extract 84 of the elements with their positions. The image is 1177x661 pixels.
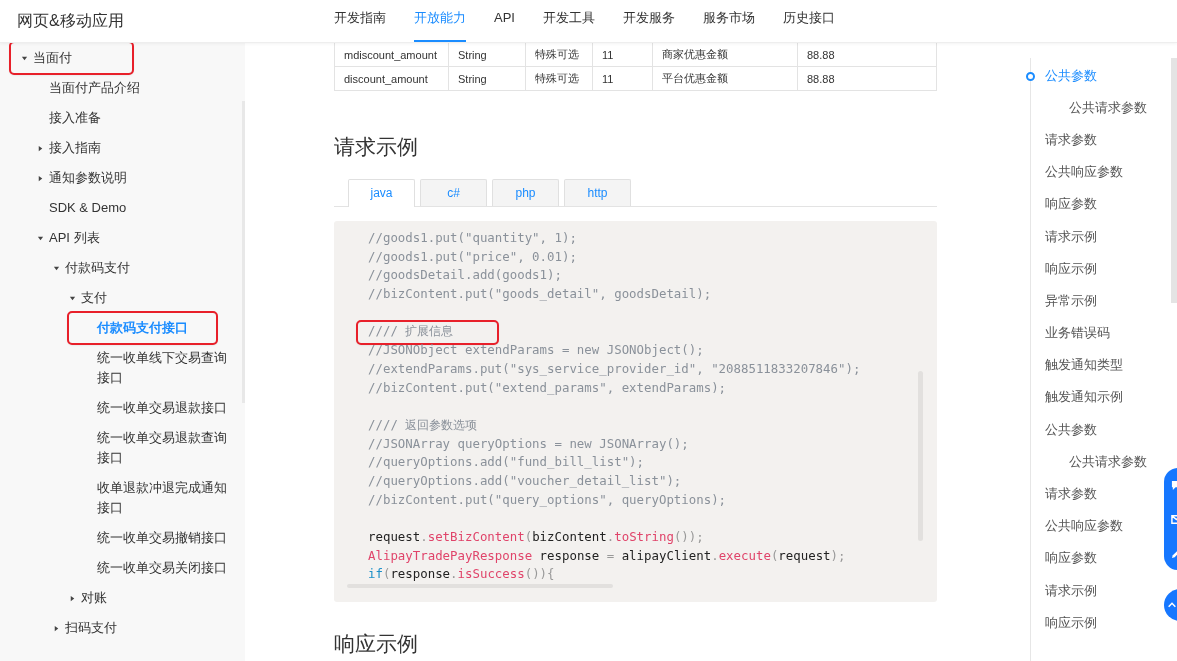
code-line: if(response.isSuccess()){ — [368, 565, 555, 584]
table-cell: 88.88 — [797, 66, 937, 91]
toc-link[interactable]: 响应参数 — [1045, 550, 1097, 568]
code-line: //// 扩展信息 — [358, 322, 498, 344]
caret-down-icon[interactable] — [21, 55, 28, 62]
caret-right-icon[interactable] — [37, 145, 44, 152]
table-cell: 11 — [592, 66, 653, 91]
table-cell: mdiscount_amount — [334, 42, 449, 67]
table-cell: 特殊可选 — [525, 66, 593, 91]
code-line: //goods1.put("quantity", 1); — [368, 229, 577, 247]
code-line: //bizContent.put("extend_params", extendParams); — [368, 378, 727, 397]
nav-item[interactable]: 通知参数说明 — [45, 163, 131, 193]
table-cell: 特殊可选 — [525, 42, 593, 67]
nav-item[interactable]: 扫码支付 — [61, 613, 121, 643]
caret-right-icon[interactable] — [37, 175, 44, 182]
nav-item[interactable]: SDK & Demo — [45, 193, 131, 223]
nav-item[interactable]: 统一收单交易退款查询接口 — [93, 423, 235, 473]
nav-item[interactable]: 接入指南 — [45, 133, 105, 163]
nav-link[interactable]: 历史接口 — [782, 0, 835, 42]
active-dot-icon — [1026, 72, 1035, 81]
toc-link[interactable]: 响应示例 — [1045, 614, 1097, 632]
code-line: AlipayTradePayResponse response = alipayClient.execute(request); — [368, 546, 846, 565]
table-cell: String — [448, 42, 526, 67]
toc-link[interactable]: 异常示例 — [1045, 292, 1097, 310]
nav-item[interactable]: 支付 — [77, 283, 111, 313]
table-cell: String — [448, 66, 526, 91]
nav-item[interactable]: 统一收单线下交易查询接口 — [93, 343, 235, 393]
code-line: //JSONObject extendParams = new JSONObject(); — [368, 341, 704, 360]
toc-link[interactable]: 触发通知类型 — [1045, 357, 1123, 375]
caret-right-icon[interactable] — [69, 595, 76, 602]
nav-item[interactable]: 对账 — [77, 583, 111, 613]
caret-down-icon[interactable] — [53, 265, 60, 272]
toc-link[interactable]: 公共参数 — [1045, 67, 1097, 85]
chevron-up-icon — [1167, 600, 1177, 610]
code-line: //bizContent.put("goods_detail", goodsDetail); — [368, 285, 712, 304]
code-line: //// 返回参数选项 — [368, 415, 478, 434]
toc-link[interactable]: 请求示例 — [1045, 582, 1097, 600]
code-line: //goods1.put("price", 0.01); — [368, 247, 577, 266]
nav-item[interactable]: 付款码支付 — [61, 253, 134, 283]
nav-link[interactable]: 开发指南 — [334, 0, 386, 42]
section-heading: 请求示例 — [334, 135, 418, 158]
caret-down-icon[interactable] — [69, 295, 76, 302]
code-line: //JSONArray queryOptions = new JSONArray(); — [368, 434, 689, 453]
nav-item[interactable]: 统一收单交易关闭接口 — [93, 553, 231, 583]
code-line: //queryOptions.add("fund_bill_list"); — [368, 453, 644, 472]
nav-item[interactable]: 接入准备 — [45, 103, 105, 133]
toc-link[interactable]: 响应参数 — [1045, 196, 1097, 214]
toc-link[interactable]: 公共响应参数 — [1045, 518, 1123, 536]
nav-item[interactable]: 统一收单交易退款接口 — [93, 393, 231, 423]
nav-item[interactable]: 当面付产品介绍 — [45, 73, 144, 103]
code-line: request.setBizContent(bizContent.toString()); — [368, 528, 704, 546]
toc-link[interactable]: 公共响应参数 — [1045, 164, 1123, 182]
nav-link[interactable]: 开发工具 — [542, 0, 595, 42]
table-cell: discount_amount — [334, 66, 449, 91]
toc-link[interactable]: 请求参数 — [1045, 131, 1097, 149]
toc-link[interactable]: 请求参数 — [1045, 486, 1097, 504]
caret-right-icon[interactable] — [53, 625, 60, 632]
nav-link[interactable]: 服务市场 — [702, 0, 755, 42]
nav-item[interactable]: API 列表 — [45, 223, 104, 253]
nav-item[interactable]: 收单退款冲退完成通知接口 — [93, 473, 235, 523]
nav-link[interactable]: 开放能力 — [414, 0, 466, 42]
code-line: //bizContent.put("query_options", queryOptions); — [368, 490, 727, 509]
nav-item[interactable]: 当面付 — [11, 43, 132, 73]
toc-link[interactable]: 响应示例 — [1045, 260, 1097, 278]
toc-link[interactable]: 公共请求参数 — [1069, 453, 1147, 471]
toc-link[interactable]: 请求示例 — [1045, 228, 1097, 246]
code-line: //queryOptions.add("voucher_detail_list"); — [368, 471, 682, 490]
toc-link[interactable]: 公共参数 — [1045, 421, 1097, 439]
caret-down-icon[interactable] — [37, 235, 44, 242]
scrollbar[interactable] — [1171, 58, 1177, 303]
toc-link[interactable]: 业务错误码 — [1045, 325, 1110, 343]
table-cell: 11 — [592, 42, 653, 67]
table-cell: 商家优惠金额 — [652, 42, 798, 67]
section-heading: 响应示例 — [334, 632, 418, 655]
nav-item[interactable]: 统一收单交易撤销接口 — [93, 523, 231, 553]
site-title: 网页&移动应用 — [17, 11, 124, 29]
table-cell: 88.88 — [797, 42, 937, 67]
nav-link[interactable]: API — [494, 0, 515, 42]
nav-link[interactable]: 开发服务 — [622, 0, 675, 42]
toc-link[interactable]: 触发通知示例 — [1045, 389, 1123, 407]
code-line: //goodsDetail.add(goods1); — [368, 266, 562, 285]
code-line: //extendParams.put("sys_service_provider_id", "2088511833207846"); — [368, 359, 861, 378]
toc-link[interactable]: 公共请求参数 — [1069, 99, 1147, 117]
table-cell: 平台优惠金额 — [652, 66, 798, 91]
